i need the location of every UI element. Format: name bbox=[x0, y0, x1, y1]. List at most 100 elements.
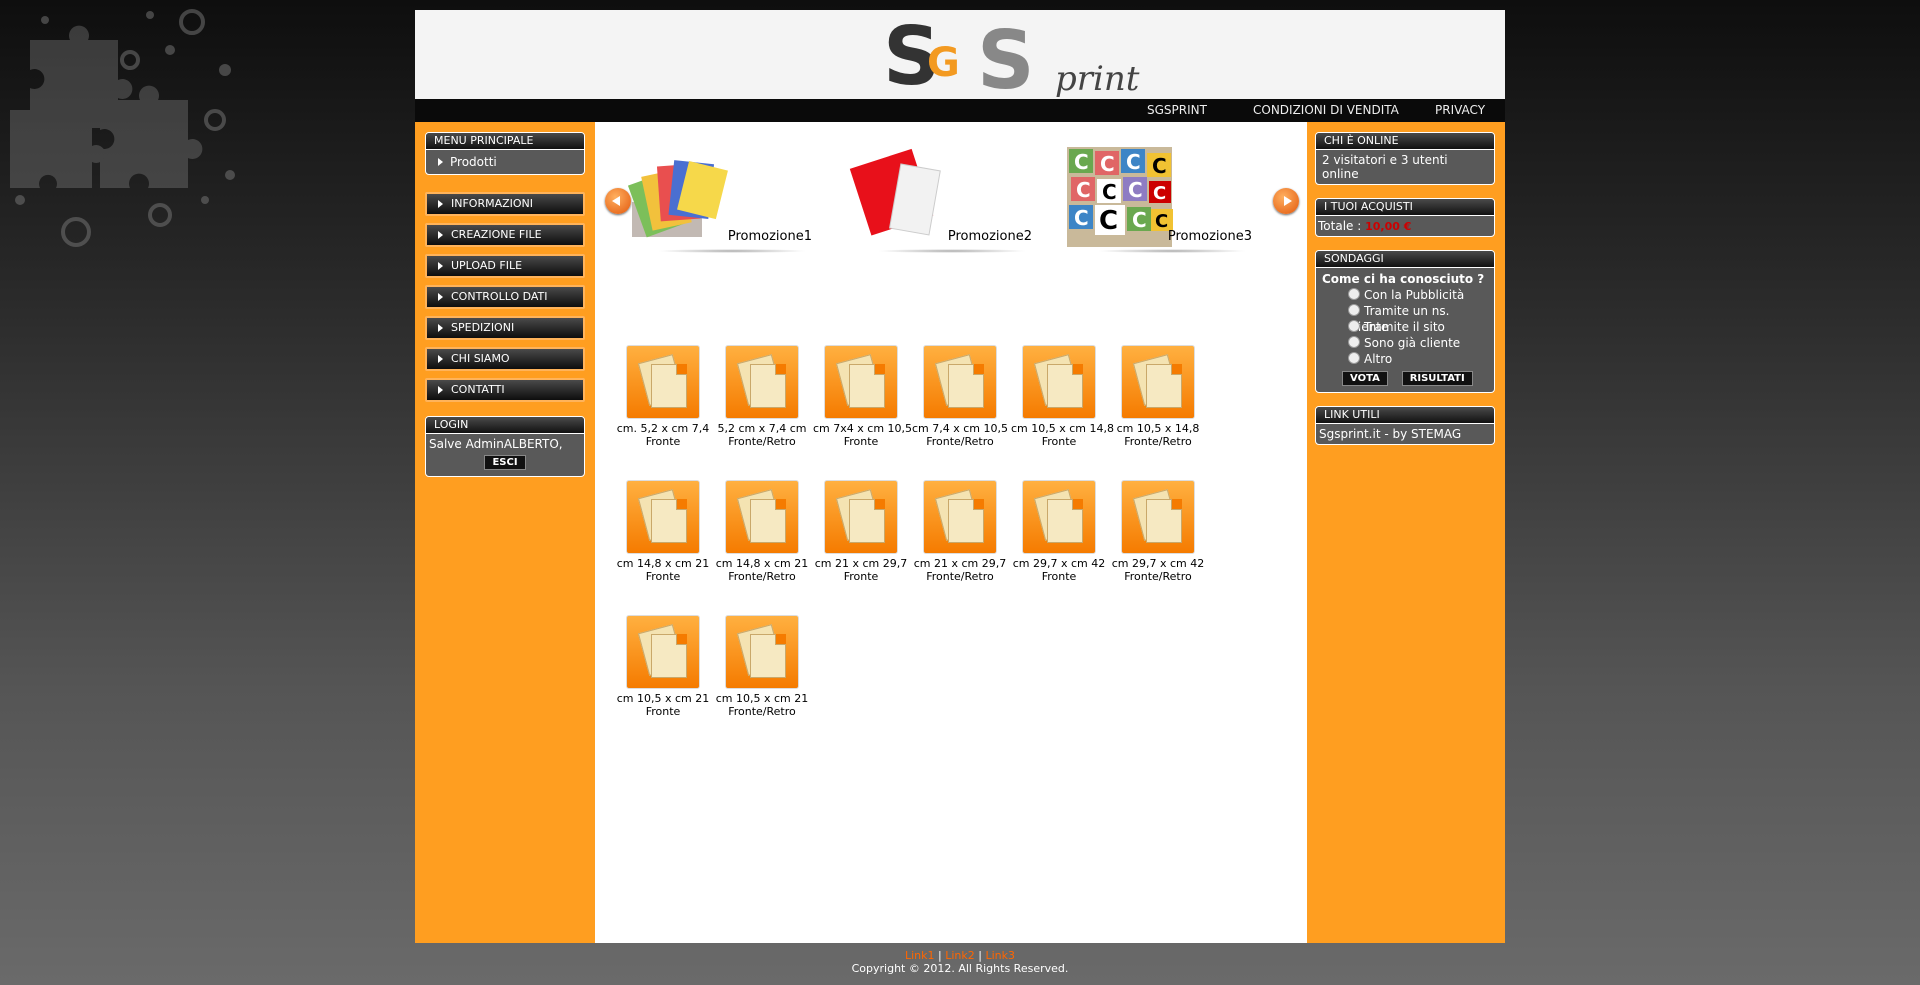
footer-link-3[interactable]: Link3 bbox=[985, 949, 1015, 962]
content-area: MENU PRINCIPALE Prodotti INFORMAZIONI CR… bbox=[415, 122, 1505, 943]
topnav-condizioni[interactable]: CONDIZIONI DI VENDITA bbox=[1253, 103, 1399, 117]
main-menu-box: MENU PRINCIPALE Prodotti bbox=[425, 132, 585, 175]
svg-text:C: C bbox=[1099, 206, 1118, 236]
menu-upload-file[interactable]: UPLOAD FILE bbox=[425, 254, 585, 278]
product-item[interactable]: cm 7x4 x cm 10,5 Fronte bbox=[813, 345, 912, 448]
topnav-privacy[interactable]: PRIVACY bbox=[1435, 103, 1485, 117]
document-icon bbox=[626, 615, 700, 689]
poll-title: SONDAGGI bbox=[1316, 251, 1494, 268]
svg-text:C: C bbox=[1074, 150, 1089, 174]
svg-text:G: G bbox=[927, 40, 960, 86]
svg-text:S: S bbox=[977, 16, 1035, 102]
site-container: S G S print SGSPRINT CONDIZIONI DI VENDI… bbox=[415, 10, 1505, 985]
carousel-next-button[interactable] bbox=[1273, 188, 1299, 214]
radio-button[interactable] bbox=[1348, 304, 1360, 316]
product-sides: Fronte/Retro bbox=[1124, 435, 1192, 448]
product-item[interactable]: cm 10,5 x cm 21 Fronte/Retro bbox=[714, 615, 810, 718]
product-item[interactable]: cm 10,5 x cm 14,8 Fronte bbox=[1011, 345, 1115, 448]
menu-item-prodotti[interactable]: Prodotti bbox=[426, 150, 584, 174]
arrow-right-icon bbox=[438, 293, 443, 301]
product-item[interactable]: cm 7,4 x cm 10,5 Fronte/Retro bbox=[912, 345, 1008, 448]
arrow-right-icon bbox=[438, 386, 443, 394]
svg-text:C: C bbox=[1076, 178, 1091, 202]
product-sides: Fronte bbox=[1041, 435, 1077, 448]
product-size: cm 10,5 x cm 21 bbox=[616, 692, 710, 705]
links-text[interactable]: Sgsprint.it - by STEMAG bbox=[1316, 424, 1494, 444]
product-item[interactable]: cm. 5,2 x cm 7,4 Fronte bbox=[615, 345, 711, 448]
menu-chi-siamo[interactable]: CHI SIAMO bbox=[425, 347, 585, 371]
product-size: cm 29,7 x cm 42 bbox=[1012, 557, 1106, 570]
arrow-right-icon bbox=[438, 158, 443, 166]
main-content: Promozione1 Promozione2 C C C C C C C C … bbox=[595, 122, 1307, 943]
menu-label: UPLOAD FILE bbox=[451, 259, 523, 272]
document-icon bbox=[1022, 480, 1096, 554]
promo-1[interactable]: Promozione1 bbox=[627, 147, 832, 253]
product-item[interactable]: cm 10,5 x 14,8 Fronte/Retro bbox=[1110, 345, 1206, 448]
product-item[interactable]: cm 21 x cm 29,7 Fronte/Retro bbox=[912, 480, 1008, 583]
topnav-sgsprint[interactable]: SGSPRINT bbox=[1147, 103, 1207, 117]
links-box: LINK UTILI Sgsprint.it - by STEMAG bbox=[1315, 406, 1495, 445]
sgs-print-logo[interactable]: S G S print bbox=[877, 16, 1157, 102]
menu-creazione-file[interactable]: CREAZIONE FILE bbox=[425, 223, 585, 247]
promo-3-image: C C C C C C C C C C C C bbox=[1067, 147, 1173, 247]
svg-text:C: C bbox=[1153, 183, 1166, 204]
product-item[interactable]: cm 10,5 x cm 21 Fronte bbox=[615, 615, 711, 718]
menu-informazioni[interactable]: INFORMAZIONI bbox=[425, 192, 585, 216]
poll-option[interactable]: Con la Pubblicità bbox=[1322, 287, 1488, 303]
promo-1-label: Promozione1 bbox=[727, 229, 812, 244]
product-size: cm. 5,2 x cm 7,4 bbox=[616, 422, 710, 435]
radio-button[interactable] bbox=[1348, 320, 1360, 332]
menu-label: CREAZIONE FILE bbox=[451, 228, 542, 241]
product-size: cm 21 x cm 29,7 bbox=[913, 557, 1007, 570]
puzzle-decoration bbox=[10, 9, 235, 247]
logout-button[interactable]: ESCI bbox=[484, 455, 526, 470]
online-box: CHI È ONLINE 2 visitatori e 3 utenti onl… bbox=[1315, 132, 1495, 185]
footer-link-1[interactable]: Link1 bbox=[905, 949, 935, 962]
menu-controllo-dati[interactable]: CONTROLLO DATI bbox=[425, 285, 585, 309]
copyright: Copyright © 2012. All Rights Reserved. bbox=[851, 962, 1069, 975]
radio-button[interactable] bbox=[1348, 352, 1360, 364]
links-title: LINK UTILI bbox=[1316, 407, 1494, 424]
login-title: LOGIN bbox=[426, 417, 584, 434]
svg-text:C: C bbox=[1128, 178, 1143, 202]
product-size: cm 10,5 x cm 14,8 bbox=[1011, 422, 1115, 435]
product-item[interactable]: 5,2 cm x 7,4 cm Fronte/Retro bbox=[714, 345, 810, 448]
product-sides: Fronte bbox=[843, 435, 879, 448]
arrow-right-icon bbox=[438, 231, 443, 239]
poll-option[interactable]: Tramite il sito bbox=[1322, 319, 1488, 335]
product-size: cm 7,4 x cm 10,5 bbox=[912, 422, 1009, 435]
product-item[interactable]: cm 29,7 x cm 42 Fronte bbox=[1011, 480, 1107, 583]
menu-label: CONTROLLO DATI bbox=[451, 290, 548, 303]
product-item[interactable]: cm 29,7 x cm 42 Fronte/Retro bbox=[1110, 480, 1206, 583]
document-icon bbox=[626, 345, 700, 419]
poll-option-label: Sono già cliente bbox=[1364, 336, 1461, 350]
poll-question: Come ci ha conosciuto ? bbox=[1322, 272, 1485, 286]
poll-option[interactable]: Altro bbox=[1322, 351, 1488, 367]
product-item[interactable]: cm 14,8 x cm 21 Fronte/Retro bbox=[714, 480, 810, 583]
radio-button[interactable] bbox=[1348, 336, 1360, 348]
promo-2[interactable]: Promozione2 bbox=[847, 147, 1052, 253]
promo-2-label: Promozione2 bbox=[947, 229, 1032, 244]
menu-label: SPEDIZIONI bbox=[451, 321, 515, 334]
right-sidebar: CHI È ONLINE 2 visitatori e 3 utenti onl… bbox=[1315, 132, 1495, 458]
left-sidebar: MENU PRINCIPALE Prodotti INFORMAZIONI CR… bbox=[425, 132, 585, 490]
menu-contatti[interactable]: CONTATTI bbox=[425, 378, 585, 402]
footer-link-2[interactable]: Link2 bbox=[945, 949, 975, 962]
results-button[interactable]: RISULTATI bbox=[1401, 371, 1473, 386]
poll-box: SONDAGGI Come ci ha conosciuto ? Con la … bbox=[1315, 250, 1495, 393]
document-icon bbox=[626, 480, 700, 554]
product-item[interactable]: cm 21 x cm 29,7 Fronte bbox=[813, 480, 909, 583]
menu-spedizioni[interactable]: SPEDIZIONI bbox=[425, 316, 585, 340]
radio-button[interactable] bbox=[1348, 288, 1360, 300]
product-sides: Fronte/Retro bbox=[728, 705, 796, 718]
promo-3[interactable]: C C C C C C C C C C C C Promozione3 bbox=[1067, 147, 1272, 253]
svg-text:C: C bbox=[1126, 150, 1141, 174]
poll-option-label: Tramite il sito bbox=[1364, 320, 1445, 334]
svg-text:C: C bbox=[1152, 154, 1167, 178]
product-item[interactable]: cm 14,8 x cm 21 Fronte bbox=[615, 480, 711, 583]
poll-option[interactable]: Tramite un ns. cliente bbox=[1322, 303, 1488, 334]
svg-text:C: C bbox=[1132, 208, 1147, 232]
vote-button[interactable]: VOTA bbox=[1342, 371, 1388, 386]
poll-option[interactable]: Sono già cliente bbox=[1322, 335, 1488, 351]
product-sides: Fronte bbox=[645, 705, 681, 718]
